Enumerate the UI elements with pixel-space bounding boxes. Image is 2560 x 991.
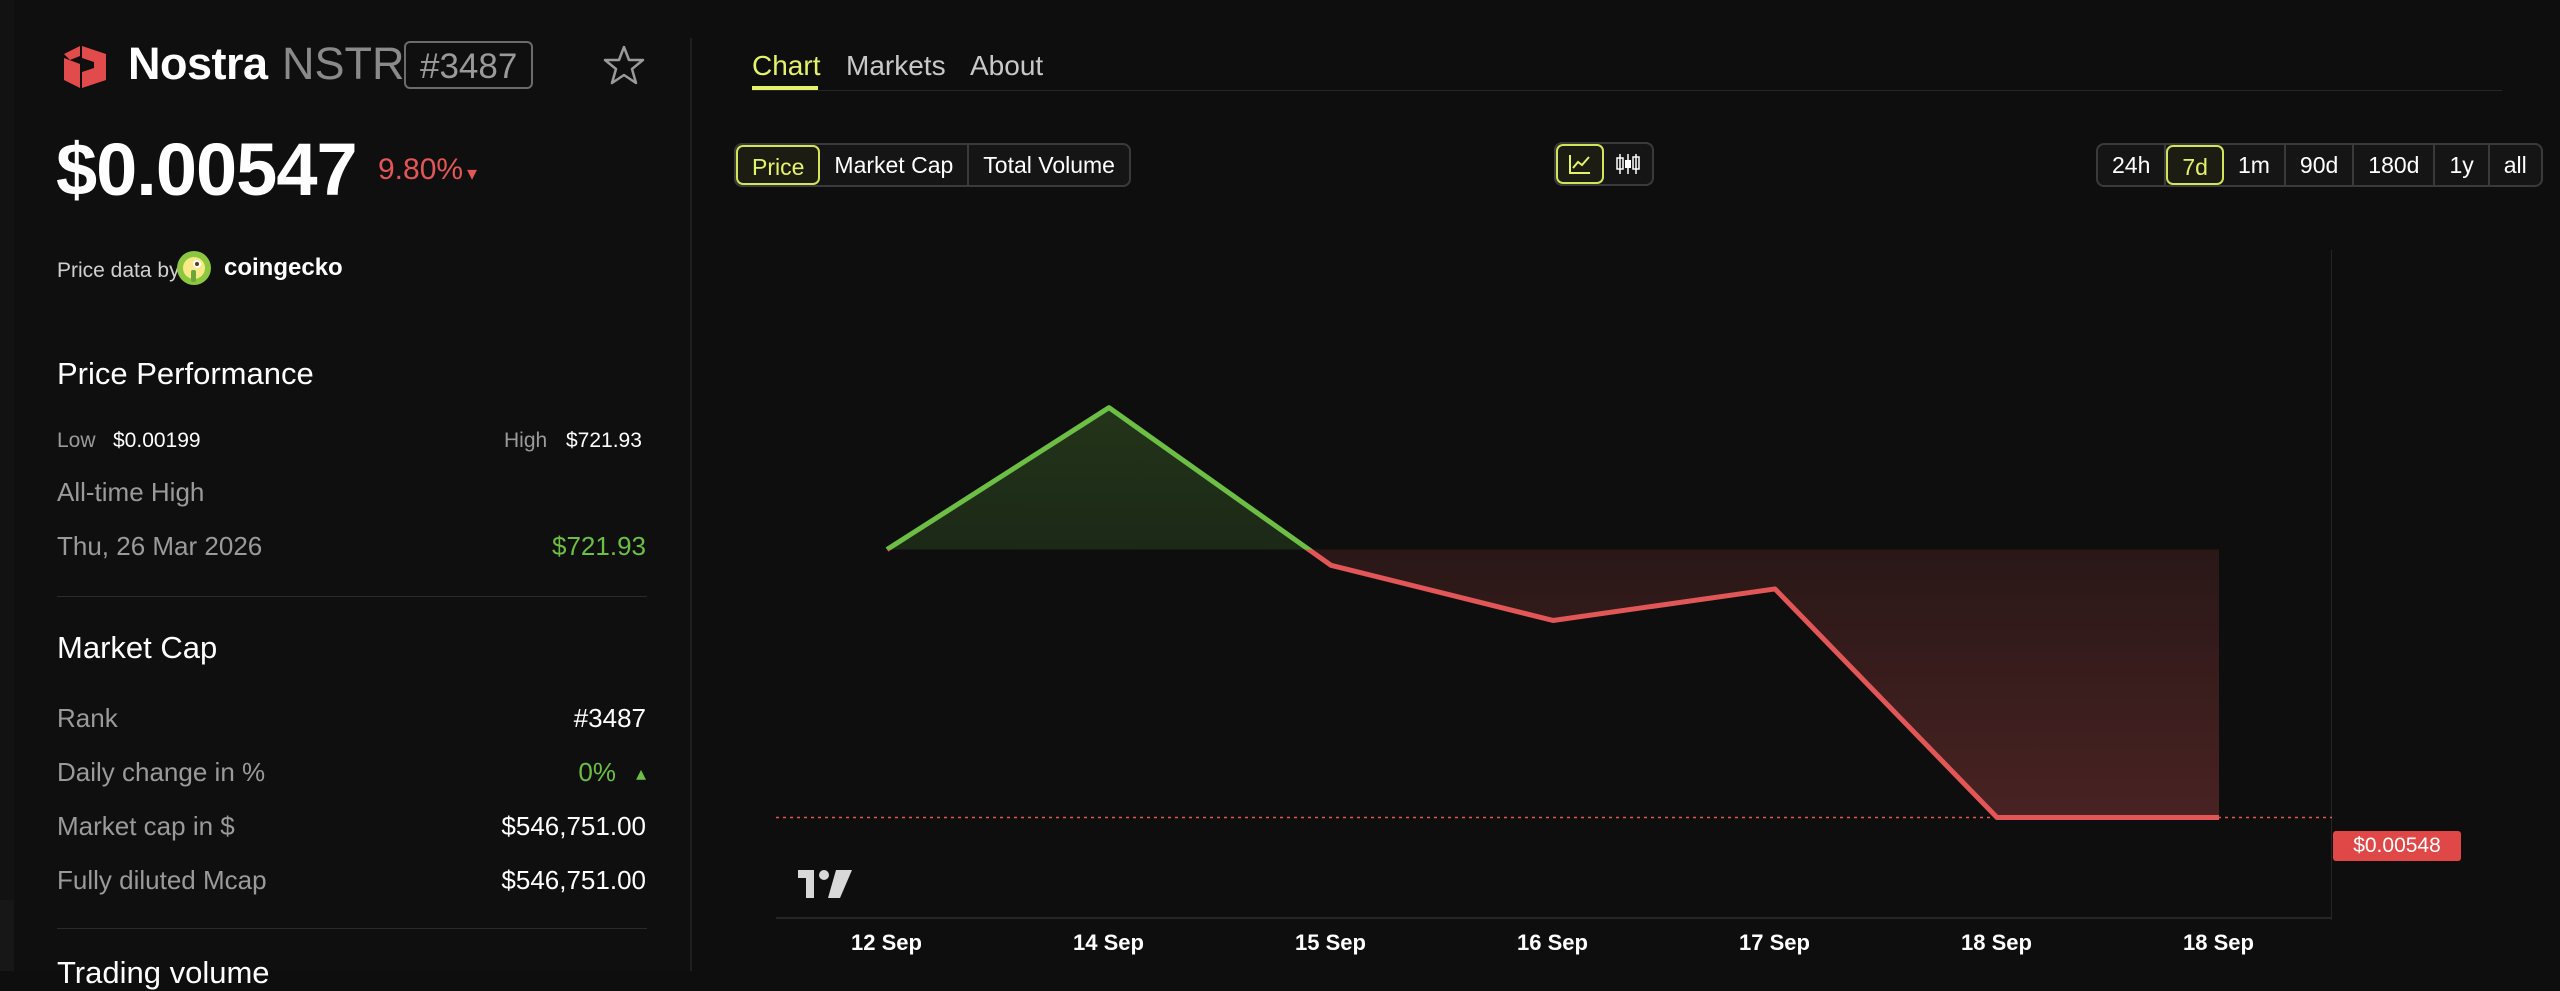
ath-label: All-time High [57, 477, 204, 508]
tabs-divider [752, 90, 2502, 91]
nostra-logo-icon [60, 42, 110, 92]
metric-total-volume-button[interactable]: Total Volume [969, 145, 1129, 185]
price-chart[interactable] [776, 250, 2332, 920]
range-7d-button[interactable]: 7d [2166, 145, 2224, 185]
range-24h-button[interactable]: 24h [2098, 145, 2166, 185]
x-axis-tick-label: 14 Sep [1073, 930, 1144, 956]
price-data-label: Price data by [57, 259, 180, 283]
current-price: $0.00547 [56, 127, 357, 212]
range-all-button[interactable]: all [2490, 145, 2541, 185]
tab-markets[interactable]: Markets [846, 50, 946, 82]
coingecko-logo-icon[interactable] [176, 250, 212, 286]
candlestick-icon[interactable] [1604, 144, 1652, 184]
metric-price-button[interactable]: Price [736, 145, 820, 185]
rank-badge: #3487 [404, 41, 533, 89]
tab-chart[interactable]: Chart [752, 50, 820, 82]
price-change-down-icon: ▾ [467, 161, 477, 186]
coingecko-link[interactable]: coingecko [224, 254, 343, 282]
range-1m-button[interactable]: 1m [2224, 145, 2286, 185]
daily-change-value: 0% [578, 757, 616, 788]
range-selector: 24h7d1m90d180d1yall [2096, 143, 2543, 187]
chart-type-toggle [1554, 142, 1654, 186]
fdv-value: $546,751.00 [501, 865, 646, 896]
metric-market-cap-button[interactable]: Market Cap [820, 145, 969, 185]
section-divider [57, 928, 647, 929]
ath-value: $721.93 [552, 531, 646, 562]
range-90d-button[interactable]: 90d [2286, 145, 2354, 185]
tab-about[interactable]: About [970, 50, 1043, 82]
panel-edge [0, 0, 14, 900]
price-change-percent: 9.80% [378, 153, 463, 187]
high-value: $721.93 [566, 429, 642, 453]
market-cap-title: Market Cap [57, 630, 217, 666]
market-cap-label: Market cap in $ [57, 811, 235, 842]
range-1y-button[interactable]: 1y [2435, 145, 2489, 185]
low-value: $0.00199 [113, 429, 201, 453]
coin-name: Nostra [128, 38, 268, 90]
coin-ticker: NSTR [282, 38, 405, 90]
x-axis-tick-label: 17 Sep [1739, 930, 1810, 956]
section-divider [57, 596, 647, 597]
range-180d-button[interactable]: 180d [2354, 145, 2435, 185]
high-label: High [504, 429, 547, 453]
panel-divider [690, 38, 692, 971]
price-performance-title: Price Performance [57, 356, 314, 392]
current-price-tag: $0.00548 [2333, 831, 2461, 861]
daily-change-up-icon: ▴ [636, 761, 646, 786]
low-label: Low [57, 429, 96, 453]
daily-change-label: Daily change in % [57, 757, 265, 788]
x-axis-tick-label: 18 Sep [2183, 930, 2254, 956]
x-axis-tick-label: 15 Sep [1295, 930, 1366, 956]
x-axis-tick-label: 12 Sep [851, 930, 922, 956]
tradingview-logo-icon[interactable] [796, 868, 854, 900]
metric-toggle: Price Market Cap Total Volume [734, 143, 1131, 187]
market-cap-value: $546,751.00 [501, 811, 646, 842]
ath-date: Thu, 26 Mar 2026 [57, 531, 262, 562]
panel-edge-lower [0, 900, 14, 971]
line-chart-icon[interactable] [1556, 144, 1604, 184]
x-axis-tick-label: 16 Sep [1517, 930, 1588, 956]
rank-label: Rank [57, 703, 118, 734]
favorite-star-icon[interactable] [603, 44, 645, 86]
trading-volume-title: Trading volume [57, 955, 270, 991]
x-axis-tick-label: 18 Sep [1961, 930, 2032, 956]
fdv-label: Fully diluted Mcap [57, 865, 267, 896]
rank-value: #3487 [574, 703, 646, 734]
